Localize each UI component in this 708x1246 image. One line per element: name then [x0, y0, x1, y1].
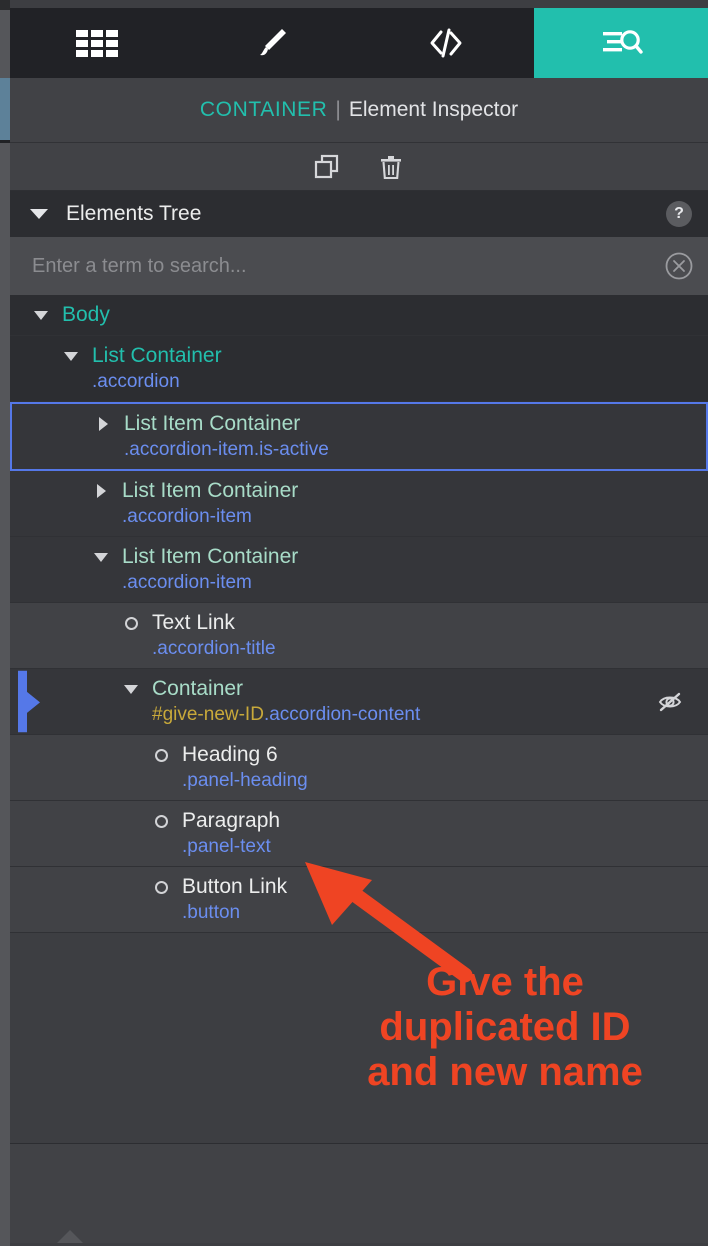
- duplicate-button[interactable]: [310, 150, 344, 184]
- tree-row-label: Container: [152, 677, 244, 700]
- chevron-right-icon[interactable]: [90, 417, 116, 431]
- tree-row-label: Body: [62, 303, 110, 326]
- tree-row-id: #give-new-ID: [152, 704, 264, 725]
- tree-row-class: .panel-text: [182, 836, 271, 857]
- chevron-down-icon[interactable]: [88, 552, 114, 562]
- tree-row-selector: .accordion-item: [10, 506, 708, 528]
- annotation-line-1: Give the: [426, 960, 584, 1004]
- bottom-panel: [10, 1143, 708, 1243]
- delete-button[interactable]: [374, 150, 408, 184]
- tree-row-class: .button: [182, 902, 241, 923]
- clear-circle-icon: [665, 252, 693, 280]
- tab-style[interactable]: [184, 8, 359, 78]
- tab-inspector[interactable]: [533, 8, 708, 78]
- tree-row-selector: .panel-text: [10, 836, 708, 858]
- chevron-down-icon[interactable]: [58, 351, 84, 361]
- element-actions-toolbar: [10, 143, 708, 191]
- tree-row-label: Paragraph: [182, 809, 281, 832]
- tree-row[interactable]: Button Link .button: [10, 867, 708, 933]
- page-title: Element Inspector: [348, 98, 519, 121]
- tree-row-class: .accordion: [92, 371, 180, 392]
- tree-row-class: .accordion-item: [122, 572, 252, 593]
- left-gutter-strip: [0, 0, 10, 1246]
- tree-row-selector: .accordion-title: [10, 638, 708, 660]
- tree-row-selector: .accordion: [10, 371, 708, 393]
- element-inspector-panel: CONTAINER | Element Inspector Elements T…: [0, 0, 708, 1246]
- tree-row[interactable]: Body: [10, 295, 708, 336]
- tree-row-label: Heading 6: [182, 743, 278, 766]
- tree-row[interactable]: Paragraph .panel-text: [10, 801, 708, 867]
- tree-row-selector: .accordion-item.is-active: [12, 439, 706, 461]
- tab-code[interactable]: [359, 8, 534, 78]
- tree-row-class: .accordion-item.is-active: [124, 439, 329, 460]
- left-gutter-divider: [0, 140, 10, 143]
- left-gutter-highlight: [0, 78, 10, 140]
- tree-row-selector: .accordion-item: [10, 572, 708, 594]
- inspector-icon: [602, 30, 643, 54]
- tree-row[interactable]: Container #give-new-ID.accordion-content: [10, 669, 708, 735]
- brush-icon: [259, 29, 286, 56]
- header-element-type: CONTAINER: [199, 98, 328, 121]
- leaf-node-icon: [148, 748, 174, 762]
- leaf-node-icon: [148, 880, 174, 894]
- code-icon: [430, 28, 462, 58]
- tree-row[interactable]: List Item Container .accordion-item: [10, 537, 708, 603]
- chevron-down-icon[interactable]: [28, 310, 54, 320]
- tree-row-label: List Item Container: [122, 479, 299, 502]
- left-gutter-top: [0, 0, 10, 10]
- chevron-down-icon: [30, 209, 48, 219]
- tree-row-class: .accordion-item: [122, 506, 252, 527]
- tree-row[interactable]: List Item Container .accordion-item.is-ac…: [10, 402, 708, 471]
- chevron-down-icon[interactable]: [118, 684, 144, 694]
- panel-resize-handle-icon[interactable]: [57, 1230, 83, 1243]
- section-title: Elements Tree: [66, 202, 202, 225]
- search-bar: [10, 237, 708, 295]
- leaf-node-icon: [148, 814, 174, 828]
- tree-row-label: List Item Container: [124, 412, 301, 435]
- tree-row-label: List Container: [92, 344, 222, 367]
- chevron-right-icon[interactable]: [88, 484, 114, 498]
- tree-row-label: Text Link: [152, 611, 235, 634]
- duplicate-icon: [314, 154, 339, 178]
- panel-header: CONTAINER | Element Inspector: [10, 78, 708, 143]
- tree-row[interactable]: Text Link .accordion-title: [10, 603, 708, 669]
- elements-tree-section-header[interactable]: Elements Tree ?: [10, 191, 708, 237]
- panel-tabbar: [10, 8, 708, 78]
- tree-row-class: .accordion-title: [152, 638, 276, 659]
- grid-icon: [76, 29, 119, 57]
- tree-row-class: .accordion-content: [263, 704, 421, 725]
- tree-row-class: .panel-heading: [182, 770, 308, 791]
- tree-row-selector: .panel-heading: [10, 770, 708, 792]
- tree-row-selector: #give-new-ID.accordion-content: [10, 704, 708, 726]
- tree-row-label: List Item Container: [122, 545, 299, 568]
- eye-off-icon[interactable]: [656, 688, 684, 716]
- annotation-line-2: duplicated ID: [379, 1004, 631, 1049]
- search-input[interactable]: [32, 254, 664, 278]
- leaf-node-icon: [118, 616, 144, 630]
- trash-icon: [381, 155, 401, 179]
- clear-search-button[interactable]: [664, 251, 694, 281]
- tree-row[interactable]: List Container .accordion: [10, 336, 708, 402]
- tab-pages[interactable]: [10, 8, 185, 78]
- tree-row-label: Button Link: [182, 875, 288, 898]
- tree-row[interactable]: List Item Container .accordion-item: [10, 471, 708, 537]
- annotation-line-3: and new name: [367, 1049, 643, 1094]
- tree-row-selector: .button: [10, 902, 708, 924]
- annotation-text: Give the duplicated ID and new name: [330, 960, 680, 1094]
- header-separator: |: [335, 98, 341, 121]
- help-button[interactable]: ?: [666, 201, 692, 227]
- tree-row[interactable]: Heading 6 .panel-heading: [10, 735, 708, 801]
